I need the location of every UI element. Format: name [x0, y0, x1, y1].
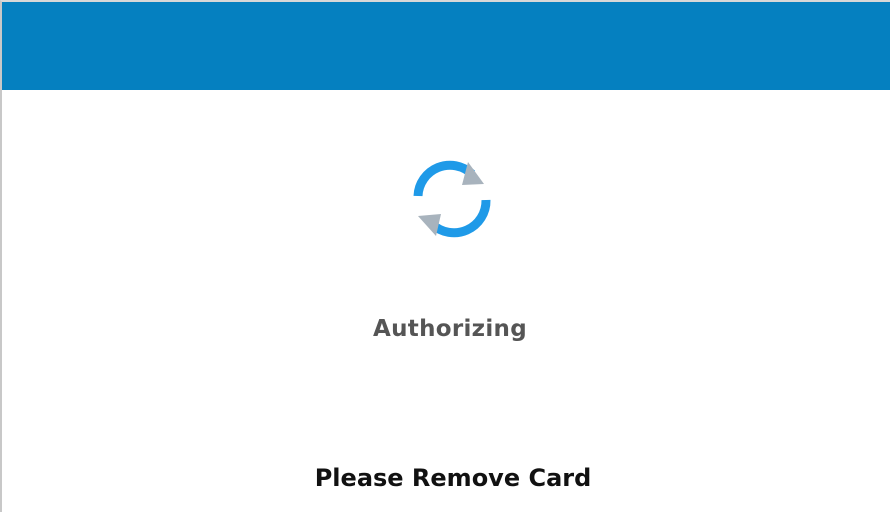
payment-terminal-screen: Authorizing Please Remove Card: [0, 0, 890, 512]
authorizing-status: Authorizing: [373, 316, 527, 342]
header-bar: [2, 2, 890, 90]
refresh-icon: [413, 160, 491, 238]
remove-card-prompt: Please Remove Card: [314, 464, 592, 492]
